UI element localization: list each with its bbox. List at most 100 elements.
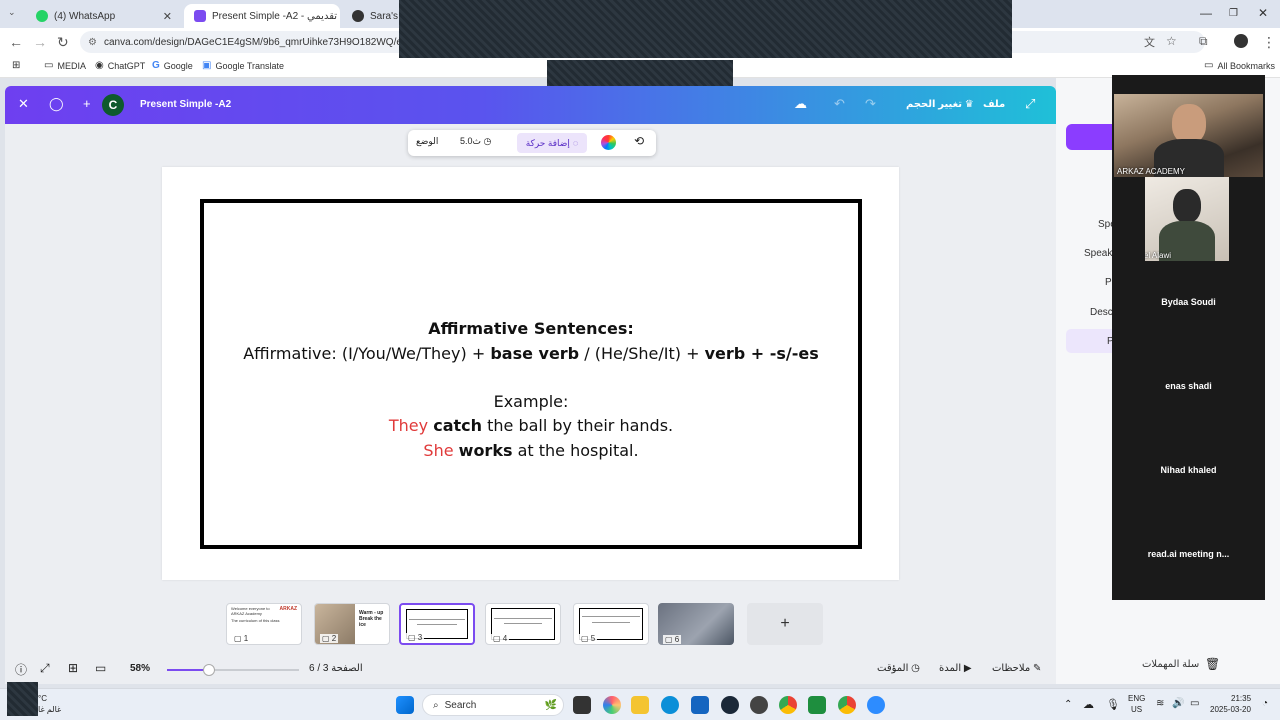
language-region[interactable]: US bbox=[1131, 705, 1142, 714]
windows-start-icon[interactable] bbox=[396, 696, 414, 714]
battery-icon[interactable]: ▭ bbox=[1190, 698, 1199, 709]
page-thumbnail-5[interactable]: ▢ 5 bbox=[573, 603, 649, 645]
volume-icon[interactable]: 🔊 bbox=[1172, 698, 1184, 709]
panel-item[interactable]: Desc bbox=[1090, 307, 1113, 318]
page-thumbnail-4[interactable]: ▢ 4 bbox=[485, 603, 561, 645]
avatar[interactable]: C bbox=[102, 94, 124, 116]
translate-icon[interactable]: 文 bbox=[1144, 34, 1155, 50]
restore-icon[interactable]: ❐ bbox=[1229, 8, 1238, 19]
participant-tile[interactable]: read.ai meeting n... bbox=[1112, 549, 1265, 559]
duration-button[interactable]: المدة ▶ bbox=[939, 663, 972, 674]
edge-icon[interactable] bbox=[661, 696, 679, 714]
replace-icon[interactable]: ⟲ bbox=[634, 134, 644, 148]
expand-icon[interactable]: ⤢ bbox=[40, 661, 50, 676]
weather-text[interactable]: غالم غا bbox=[38, 705, 61, 714]
participant-tile[interactable]: enas shadi bbox=[1112, 381, 1265, 391]
bookmark-google-translate[interactable]: ▣ Google Translate bbox=[202, 60, 284, 71]
slide-canvas[interactable]: Affirmative Sentences: Affirmative: (I/Y… bbox=[162, 167, 899, 580]
redo-icon[interactable]: ↷ bbox=[865, 96, 876, 112]
page-indicator[interactable]: الصفحة 3 / 6 bbox=[309, 663, 363, 674]
grid-view-icon[interactable]: ⊞ bbox=[68, 661, 78, 675]
close-icon[interactable]: ✕ bbox=[18, 96, 29, 112]
bookmark-media[interactable]: ▭ MEDIA bbox=[44, 60, 86, 71]
undo-icon[interactable]: ↶ bbox=[834, 96, 845, 112]
slide-rule[interactable]: Affirmative: (I/You/We/They) + base verb… bbox=[204, 344, 858, 363]
whatsapp-icon bbox=[36, 10, 48, 22]
all-bookmarks[interactable]: ▭ All Bookmarks bbox=[1204, 60, 1275, 71]
mic-icon[interactable]: 🎙 bbox=[1106, 698, 1120, 711]
notes-button[interactable]: ملاحظات ✎ bbox=[992, 663, 1041, 674]
extensions-icon[interactable]: ⧉ bbox=[1199, 34, 1208, 49]
zoom-slider-handle[interactable] bbox=[203, 664, 216, 676]
video-tile-participant[interactable]: Salsabeel Alawi bbox=[1145, 177, 1229, 261]
page-thumbnail-3[interactable]: ▢ 3 bbox=[399, 603, 475, 645]
participant-tile[interactable]: Bydaa Soudi bbox=[1112, 297, 1265, 307]
add-page-button[interactable]: + bbox=[747, 603, 823, 645]
notifications-icon[interactable]: ◔ bbox=[1262, 698, 1268, 709]
file-explorer-icon[interactable] bbox=[631, 696, 649, 714]
store-icon[interactable] bbox=[691, 696, 709, 714]
copilot-icon[interactable] bbox=[603, 696, 621, 714]
page-thumbnail-6[interactable]: ▢ 6 bbox=[658, 603, 734, 645]
trash-label[interactable]: سلة المهملات bbox=[1142, 659, 1199, 670]
weather-temp[interactable]: °C bbox=[38, 694, 47, 703]
wifi-icon[interactable]: ≋ bbox=[1156, 698, 1164, 709]
fullscreen-icon[interactable]: ⤢ bbox=[1025, 96, 1035, 112]
taskbar-search[interactable]: ⌕ Search 🌿 bbox=[422, 694, 564, 716]
task-view-icon[interactable] bbox=[573, 696, 591, 714]
chrome-icon[interactable] bbox=[779, 696, 797, 714]
panel-item[interactable]: Speak bbox=[1084, 248, 1112, 259]
color-picker-icon[interactable] bbox=[601, 135, 616, 150]
steam-icon[interactable] bbox=[721, 696, 739, 714]
trash-icon[interactable]: 🗑 bbox=[1205, 657, 1220, 671]
timer-button[interactable]: المؤقت ◷ bbox=[877, 663, 920, 674]
menu-dots-icon[interactable]: ⋮ bbox=[1262, 34, 1276, 51]
close-tab-icon[interactable]: ✕ bbox=[163, 10, 172, 23]
share-button[interactable] bbox=[1066, 124, 1118, 150]
tab-sara[interactable]: Sara's Co bbox=[342, 4, 402, 28]
language-code[interactable]: ENG bbox=[1128, 694, 1145, 703]
cloud-icon[interactable]: ☁ bbox=[1083, 698, 1094, 711]
close-window-icon[interactable]: ✕ bbox=[1258, 6, 1268, 20]
duration-button[interactable]: 5.0ث ◷ bbox=[460, 136, 491, 147]
bookmark-star-icon[interactable]: ☆ bbox=[1166, 34, 1177, 48]
zoom-icon[interactable] bbox=[867, 696, 885, 714]
participant-tile[interactable]: Nihad khaled bbox=[1112, 465, 1265, 475]
tab-search-icon[interactable]: ⌄ bbox=[8, 7, 16, 18]
bookmark-chatgpt[interactable]: ◉ ChatGPT bbox=[95, 60, 145, 71]
sheets-icon[interactable] bbox=[808, 696, 826, 714]
add-icon[interactable]: + bbox=[83, 96, 91, 111]
example-sentence-2[interactable]: She works at the hospital. bbox=[204, 441, 858, 460]
site-info-icon[interactable]: ⚙ bbox=[88, 37, 97, 48]
file-menu-button[interactable]: ملف bbox=[983, 99, 1005, 110]
zoom-level[interactable]: 58% bbox=[130, 663, 150, 674]
tray-chevron-icon[interactable]: ⌃ bbox=[1064, 699, 1072, 710]
tab-canva[interactable]: Present Simple -A2 - عرض تقديمي ✕ bbox=[184, 4, 340, 28]
tab-whatsapp[interactable]: (4) WhatsApp ✕ bbox=[26, 4, 182, 28]
bookmark-google[interactable]: G Google bbox=[152, 60, 193, 71]
design-title[interactable]: Present Simple -A2 bbox=[140, 99, 231, 110]
page-view-icon[interactable]: ▭ bbox=[95, 661, 106, 675]
resize-button[interactable]: تغيير الحجم ♛ bbox=[906, 99, 974, 110]
panel-item[interactable]: P bbox=[1105, 277, 1112, 288]
forward-icon[interactable]: → bbox=[33, 34, 47, 50]
example-label[interactable]: Example: bbox=[204, 392, 858, 411]
help-icon[interactable]: ⓘ bbox=[15, 661, 27, 678]
video-tile-host[interactable]: ARKAZ ACADEMY bbox=[1114, 94, 1263, 177]
chrome-profile-icon[interactable] bbox=[838, 696, 856, 714]
clock-date[interactable]: 2025-03-20 bbox=[1210, 705, 1251, 714]
example-sentence-1[interactable]: They catch the ball by their hands. bbox=[204, 416, 858, 435]
apps-grid-icon[interactable]: ⊞ bbox=[12, 60, 20, 71]
page-thumbnail-2[interactable]: Warm - up Break the ice ▢ 2 bbox=[314, 603, 390, 645]
profile-avatar[interactable] bbox=[1234, 34, 1248, 48]
clock-time[interactable]: 21:35 bbox=[1231, 694, 1251, 703]
slide-heading[interactable]: Affirmative Sentences: bbox=[204, 319, 858, 338]
chatgpt-app-icon[interactable] bbox=[750, 696, 768, 714]
back-icon[interactable]: ← bbox=[9, 34, 23, 50]
animate-button[interactable]: إضافة حركة ◌ bbox=[517, 133, 587, 153]
page-thumbnail-1[interactable]: Welcome everyone to ARKAZ Academy ARKAZ … bbox=[226, 603, 302, 645]
position-button[interactable]: الوضع bbox=[416, 136, 438, 147]
comment-icon[interactable]: ◯ bbox=[49, 96, 64, 112]
reload-icon[interactable]: ↻ bbox=[57, 34, 69, 51]
minimize-icon[interactable]: — bbox=[1200, 6, 1212, 20]
